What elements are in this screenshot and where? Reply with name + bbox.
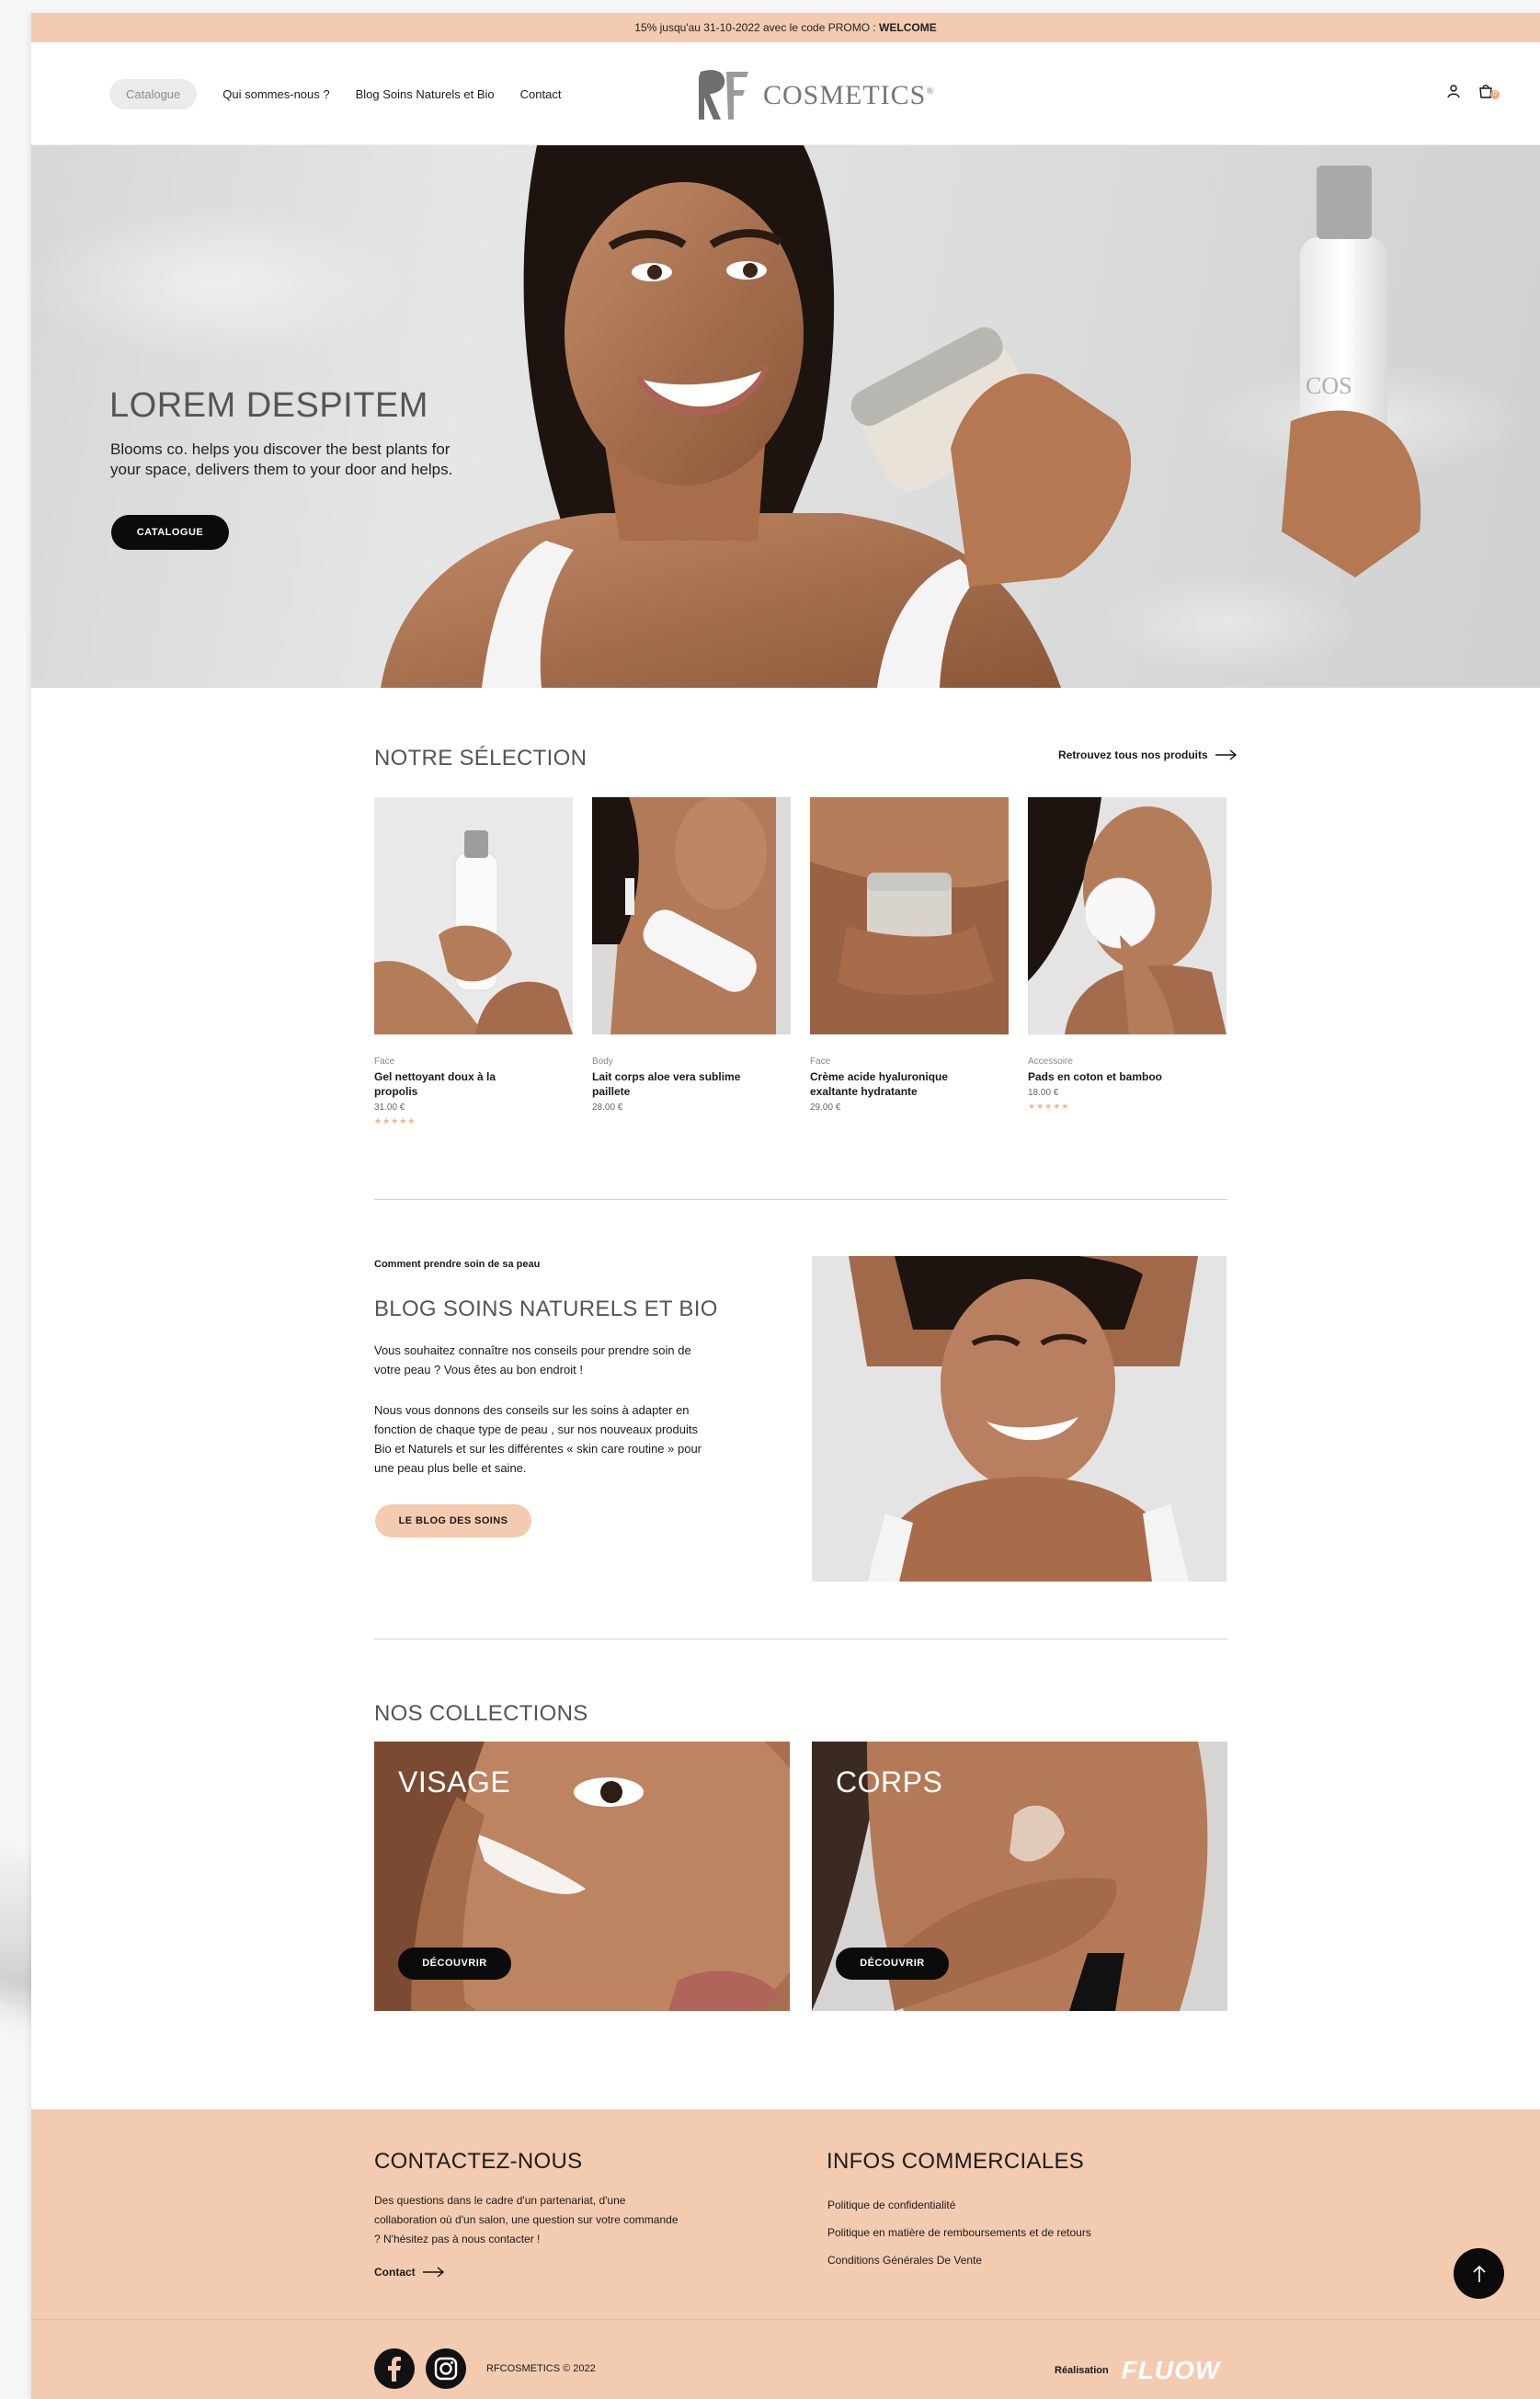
- discover-button[interactable]: DÉCOUVRIR: [836, 1948, 949, 1980]
- blog-kicker: Comment prendre soin de sa peau: [374, 1259, 541, 1270]
- hero-banner: COS LOREM DESPITEM Blooms co. helps you …: [31, 145, 1540, 688]
- footer-info-title: INFOS COMMERCIALES: [827, 2149, 1085, 2174]
- fluow-logo[interactable]: FLUOW: [1122, 2356, 1221, 2385]
- blog-model-image: [812, 1256, 1226, 1582]
- product-category: Accessoire: [1028, 1057, 1073, 1067]
- facebook-icon[interactable]: [374, 2348, 415, 2389]
- nav-item-blog[interactable]: Blog Soins Naturels et Bio: [356, 87, 495, 101]
- hero-title: LOREM DESPITEM: [109, 386, 428, 425]
- footer-credit: Réalisation FLUOW: [1055, 2356, 1220, 2385]
- all-products-link[interactable]: Retrouvez tous nos produits: [1058, 748, 1238, 761]
- blog-paragraph-1: Vous souhaitez connaître nos conseils po…: [374, 1343, 691, 1377]
- scroll-to-top-button[interactable]: [1454, 2248, 1504, 2299]
- nav-item-contact[interactable]: Contact: [520, 87, 562, 101]
- product-grid: Face Gel nettoyant doux à la propolis 31…: [374, 795, 1226, 1126]
- product-card[interactable]: Face Crème acide hyaluronique exaltante …: [810, 797, 1009, 1126]
- product-name[interactable]: Gel nettoyant doux à la propolis: [374, 1069, 540, 1099]
- footer-contact-text: Des questions dans le cadre d'un partena…: [374, 2194, 679, 2245]
- collection-corps[interactable]: CORPS DÉCOUVRIR: [812, 1742, 1227, 2011]
- footer-bottom: [31, 2319, 1540, 2399]
- product-card[interactable]: Accessoire Pads en coton et bamboo 18.00…: [1028, 797, 1226, 1126]
- footer-info-links: Politique de confidentialité Politique e…: [827, 2191, 1091, 2274]
- product-rating-stars: ★★★★★: [1028, 1102, 1070, 1111]
- logo-text: COSMETICS®: [763, 80, 935, 110]
- arrow-right-icon: [422, 2267, 444, 2278]
- main-nav: Catalogue Qui sommes-nous ? Blog Soins N…: [31, 42, 1540, 145]
- product-name[interactable]: Crème acide hyaluronique exaltante hydra…: [810, 1069, 975, 1099]
- product-price: 18.00 €: [1028, 1088, 1059, 1098]
- credit-label: Réalisation: [1055, 2365, 1109, 2376]
- product-category: Body: [592, 1057, 613, 1067]
- collections-title: NOS COLLECTIONS: [374, 1701, 588, 1726]
- promo-code: WELCOME: [879, 21, 937, 34]
- product-image: [592, 795, 791, 1034]
- footer-main: CONTACTEZ-NOUS Des questions dans le cad…: [31, 2109, 1540, 2319]
- footer-contact-link[interactable]: Contact: [374, 2266, 445, 2279]
- product-category: Face: [374, 1057, 395, 1067]
- footer-copyright: RFCOSMETICS © 2022: [486, 2363, 596, 2374]
- product-image: [374, 797, 573, 1034]
- footer-social: RFCOSMETICS © 2022: [374, 2348, 596, 2389]
- user-icon[interactable]: [1446, 84, 1461, 98]
- collection-label: VISAGE: [398, 1765, 511, 1799]
- blog-title: BLOG SOINS NATURELS ET BIO: [374, 1297, 718, 1321]
- product-price: 28.00 €: [592, 1102, 623, 1113]
- cart-count-badge: 0: [1490, 90, 1500, 99]
- collection-visage[interactable]: VISAGE DÉCOUVRIR: [374, 1742, 790, 2011]
- promo-bar: 15% jusqu'au 31-10-2022 avec le code PRO…: [31, 13, 1540, 42]
- promo-text: 15% jusqu'au 31-10-2022 avec le code PRO…: [634, 21, 880, 34]
- product-image: [810, 797, 1009, 1034]
- product-price: 29.00 €: [810, 1102, 841, 1113]
- section-divider: [374, 1199, 1227, 1200]
- footer-link-privacy[interactable]: Politique de confidentialité: [827, 2191, 1091, 2219]
- collection-label: CORPS: [836, 1765, 943, 1799]
- nav-links: Catalogue Qui sommes-nous ? Blog Soins N…: [109, 79, 561, 109]
- blog-button[interactable]: LE BLOG DES SOINS: [375, 1504, 531, 1537]
- site-logo[interactable]: COSMETICS®: [691, 66, 935, 125]
- product-card[interactable]: Body Lait corps aloe vera sublime paille…: [592, 795, 791, 1126]
- selection-title: NOTRE SÉLECTION: [374, 746, 587, 771]
- nav-icons: 0: [1446, 83, 1500, 99]
- arrow-right-icon: [1215, 749, 1237, 760]
- nav-item-about[interactable]: Qui sommes-nous ?: [222, 87, 329, 101]
- blog-paragraph-2: Nous vous donnons des conseils sur les s…: [374, 1403, 702, 1475]
- arrow-up-icon: [1472, 2265, 1486, 2282]
- svg-text:COS: COS: [1306, 372, 1352, 399]
- product-card[interactable]: Face Gel nettoyant doux à la propolis 31…: [374, 797, 573, 1126]
- product-category: Face: [810, 1057, 831, 1067]
- hero-subtitle: Blooms co. helps you discover the best p…: [110, 440, 453, 478]
- rf-logo-mark-icon: [699, 70, 748, 120]
- website-page: 15% jusqu'au 31-10-2022 avec le code PRO…: [31, 13, 1540, 2399]
- instagram-icon[interactable]: [426, 2348, 466, 2389]
- footer-link-refunds[interactable]: Politique en matière de remboursements e…: [827, 2219, 1091, 2246]
- product-name[interactable]: Pads en coton et bamboo: [1028, 1069, 1193, 1084]
- product-rating-stars: ★★★★★: [374, 1116, 416, 1125]
- footer-link-terms[interactable]: Conditions Générales De Vente: [827, 2246, 1091, 2274]
- footer-contact-title: CONTACTEZ-NOUS: [374, 2149, 583, 2174]
- discover-button[interactable]: DÉCOUVRIR: [398, 1948, 511, 1980]
- product-price: 31.00 €: [374, 1102, 405, 1113]
- product-image: [1028, 797, 1226, 1034]
- nav-item-catalogue[interactable]: Catalogue: [109, 79, 198, 109]
- hero-catalogue-button[interactable]: CATALOGUE: [111, 515, 229, 550]
- hero-model-image: COS: [381, 145, 1421, 688]
- product-name[interactable]: Lait corps aloe vera sublime paillete: [592, 1069, 758, 1099]
- cart-wrapper[interactable]: 0: [1477, 83, 1500, 99]
